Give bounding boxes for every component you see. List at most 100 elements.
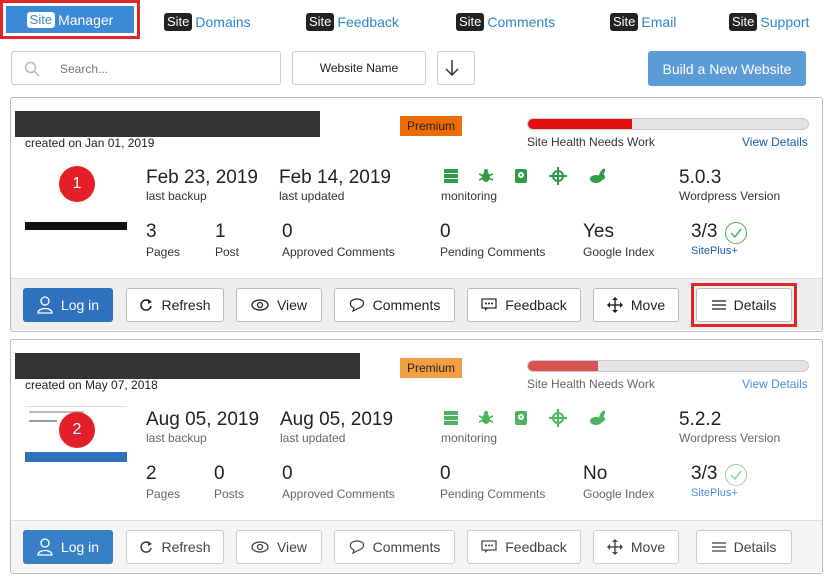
feedback-icon bbox=[481, 298, 497, 311]
premium-badge: Premium bbox=[400, 116, 462, 136]
site-health-bar-fill bbox=[528, 361, 598, 371]
last-updated-label: last updated bbox=[279, 189, 345, 203]
backup-drive-icon[interactable] bbox=[511, 408, 531, 428]
posts-count: 1 bbox=[215, 221, 226, 242]
last-backup-value: Feb 23, 2019 bbox=[146, 167, 258, 188]
nav-tab-comments[interactable]: Site Comments bbox=[456, 12, 555, 32]
siteplus-link[interactable]: SitePlus+ bbox=[691, 245, 738, 257]
pages-label: Pages bbox=[146, 245, 181, 259]
site-logo-tag: Site bbox=[306, 13, 335, 31]
google-index-label: Google Index bbox=[583, 487, 655, 501]
nav-tab-label: Comments bbox=[487, 14, 556, 30]
login-label: Log in bbox=[60, 539, 100, 555]
menu-lines-icon bbox=[711, 300, 726, 310]
details-label: Details bbox=[733, 539, 777, 555]
site-health-label: Site Health Needs Work bbox=[527, 377, 655, 391]
move-button[interactable]: Move bbox=[593, 530, 679, 564]
bug-icon[interactable] bbox=[476, 408, 496, 428]
refresh-button[interactable]: Refresh bbox=[126, 288, 224, 322]
crosshair-icon[interactable] bbox=[548, 408, 568, 428]
search-icon bbox=[24, 61, 40, 77]
wordpress-version-value: 5.0.3 bbox=[679, 167, 722, 188]
premium-badge: Premium bbox=[400, 358, 462, 378]
move-button[interactable]: Move bbox=[593, 288, 679, 322]
last-updated-value: Feb 14, 2019 bbox=[279, 167, 391, 188]
refresh-label: Refresh bbox=[161, 539, 211, 555]
sort-by-select[interactable]: Website Name bbox=[292, 51, 426, 85]
refresh-icon bbox=[140, 541, 153, 553]
move-arrows-icon bbox=[606, 297, 623, 313]
build-new-website-button[interactable]: Build a New Website bbox=[648, 51, 806, 86]
last-updated-value: Aug 05, 2019 bbox=[280, 409, 394, 430]
rabbit-speed-icon[interactable] bbox=[587, 408, 607, 428]
nav-tab-support[interactable]: Site Support bbox=[729, 12, 809, 32]
refresh-button[interactable]: Refresh bbox=[126, 530, 224, 564]
comment-icon bbox=[349, 540, 364, 554]
site-number-badge: 1 bbox=[59, 166, 95, 202]
login-button[interactable]: Log in bbox=[23, 530, 113, 564]
search-input[interactable] bbox=[60, 59, 260, 79]
site-number-badge: 2 bbox=[59, 412, 95, 448]
pending-comments-label: Pending Comments bbox=[440, 487, 546, 501]
site-card-actions: Log in Refresh View Comments Feedback Mo… bbox=[11, 520, 822, 572]
feedback-button[interactable]: Feedback bbox=[467, 288, 581, 322]
rabbit-speed-icon[interactable] bbox=[587, 166, 607, 186]
move-label: Move bbox=[630, 539, 666, 555]
siteplus-link[interactable]: SitePlus+ bbox=[691, 487, 738, 499]
last-backup-value: Aug 05, 2019 bbox=[146, 409, 260, 430]
comments-button[interactable]: Comments bbox=[334, 530, 455, 564]
thumb-banner bbox=[25, 452, 127, 462]
login-button[interactable]: Log in bbox=[23, 288, 113, 322]
pending-comments-label: Pending Comments bbox=[440, 245, 546, 259]
view-button[interactable]: View bbox=[236, 288, 322, 322]
details-button[interactable]: Details bbox=[696, 288, 792, 322]
nav-tab-label: Email bbox=[641, 14, 677, 30]
feedback-button[interactable]: Feedback bbox=[467, 530, 581, 564]
nav-tab-email[interactable]: Site Email bbox=[610, 12, 676, 32]
crosshair-icon[interactable] bbox=[548, 166, 568, 186]
details-label: Details bbox=[733, 297, 777, 313]
view-button[interactable]: View bbox=[236, 530, 322, 564]
site-health-bar-fill bbox=[528, 119, 632, 129]
site-health-label: Site Health Needs Work bbox=[527, 135, 655, 149]
thumb-divider bbox=[25, 406, 127, 407]
approved-comments-count: 0 bbox=[282, 221, 293, 242]
last-updated-label: last updated bbox=[280, 431, 346, 445]
wordpress-version-label: Wordpress Version bbox=[679, 189, 781, 203]
posts-count: 0 bbox=[214, 463, 225, 484]
details-button[interactable]: Details bbox=[696, 530, 792, 564]
menu-lines-icon bbox=[711, 542, 726, 552]
approved-comments-count: 0 bbox=[282, 463, 293, 484]
pending-comments-count: 0 bbox=[440, 463, 451, 484]
site-card-2: created on May 07, 2018 Premium Site Hea… bbox=[10, 339, 823, 574]
search-box[interactable] bbox=[11, 51, 281, 85]
monitoring-label: monitoring bbox=[441, 189, 498, 203]
google-index-label: Google Index bbox=[583, 245, 655, 259]
login-label: Log in bbox=[60, 297, 100, 313]
site-health-bar bbox=[527, 360, 809, 372]
view-details-link[interactable]: View Details bbox=[742, 135, 808, 149]
pages-count: 3 bbox=[146, 221, 157, 242]
thumb-text-line bbox=[29, 420, 57, 422]
eye-icon bbox=[251, 541, 269, 553]
comments-button[interactable]: Comments bbox=[334, 288, 455, 322]
view-label: View bbox=[276, 539, 308, 555]
nav-tab-manager[interactable]: Site Manager bbox=[0, 0, 140, 39]
server-icon[interactable] bbox=[441, 166, 461, 186]
siteplus-value: 3/3 bbox=[691, 221, 718, 242]
nav-tab-domains[interactable]: Site Domains bbox=[164, 12, 251, 32]
server-icon[interactable] bbox=[441, 408, 461, 428]
backup-drive-icon[interactable] bbox=[511, 166, 531, 186]
nav-tab-feedback[interactable]: Site Feedback bbox=[306, 12, 399, 32]
view-details-link[interactable]: View Details bbox=[742, 377, 808, 391]
created-date: created on Jan 01, 2019 bbox=[25, 136, 155, 150]
siteplus-value: 3/3 bbox=[691, 463, 718, 484]
comment-icon bbox=[349, 298, 364, 312]
nav-tab-manager-inner: Site Manager bbox=[6, 6, 134, 33]
view-label: View bbox=[276, 297, 308, 313]
nav-tab-label: Support bbox=[760, 14, 810, 30]
approved-comments-label: Approved Comments bbox=[282, 245, 395, 259]
sort-by-label: Website Name bbox=[319, 61, 399, 75]
bug-icon[interactable] bbox=[476, 166, 496, 186]
sort-direction-button[interactable] bbox=[437, 51, 475, 85]
